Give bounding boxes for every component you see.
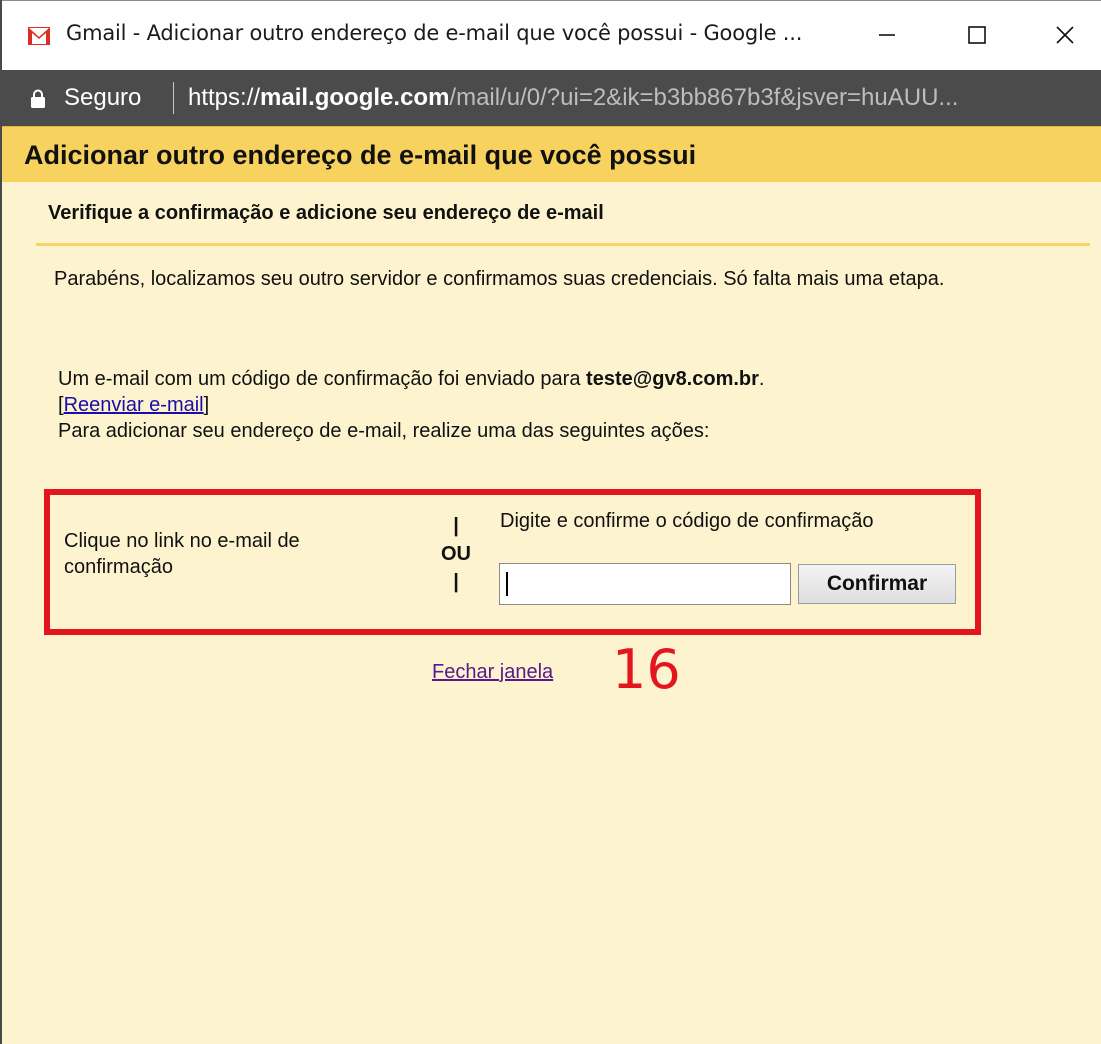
address-bar[interactable]: Seguro https://mail.google.com/mail/u/0/… xyxy=(2,70,1101,126)
confirm-button[interactable]: Confirmar xyxy=(798,564,956,604)
option-enter-code: Digite e confirme o código de confirmaçã… xyxy=(500,510,874,532)
minimize-button[interactable] xyxy=(867,15,907,55)
resend-email-link[interactable]: Reenviar e-mail xyxy=(64,394,204,416)
confirmation-code-input[interactable] xyxy=(499,563,791,605)
separator-bottom: | xyxy=(453,571,459,593)
text-caret xyxy=(506,572,508,596)
popup-window: Gmail - Adicionar outro endereço de e-ma… xyxy=(0,0,1101,1044)
option-click-link: Clique no link no e-mail de confirmação xyxy=(64,530,300,578)
section-subtitle: Verifique a confirmação e adicione seu e… xyxy=(48,202,604,224)
annotation-number: 16 xyxy=(612,638,681,701)
sent-suffix: . xyxy=(758,368,765,390)
dialog-header: Adicionar outro endereço de e-mail que v… xyxy=(2,126,1101,182)
url-text[interactable]: https://mail.google.com/mail/u/0/?ui=2&i… xyxy=(188,84,1100,112)
title-bar: Gmail - Adicionar outro endereço de e-ma… xyxy=(2,0,1101,70)
resend-line: [Reenviar e-mail] xyxy=(58,392,1078,418)
sent-line: Um e-mail com um código de confirmação f… xyxy=(58,366,1078,392)
url-path: /mail/u/0/?ui=2&ik=b3bb867b3f&jsver=huAU… xyxy=(449,84,959,111)
sent-prefix: Um e-mail com um código de confirmação f… xyxy=(58,368,587,390)
url-protocol: https:// xyxy=(188,84,261,111)
or-separator: | OU | xyxy=(434,512,478,596)
maximize-button[interactable] xyxy=(957,15,997,55)
confirmation-info: Um e-mail com um código de confirmação f… xyxy=(58,366,1078,444)
lock-icon xyxy=(31,89,45,108)
secure-label: Seguro xyxy=(64,84,142,111)
address-divider xyxy=(173,82,174,114)
dialog-title: Adicionar outro endereço de e-mail que v… xyxy=(24,140,697,170)
subtitle-divider xyxy=(36,243,1090,246)
bracket-close: ] xyxy=(203,394,210,416)
close-window-link[interactable]: Fechar janela xyxy=(432,661,553,684)
separator-top: | xyxy=(453,515,459,537)
gmail-icon xyxy=(28,27,50,45)
sent-email: teste@gv8.com.br xyxy=(586,368,759,390)
congrats-text: Parabéns, localizamos seu outro servidor… xyxy=(54,268,945,290)
url-host: mail.google.com xyxy=(260,84,450,111)
separator-word: OU xyxy=(441,543,471,565)
close-window-button[interactable] xyxy=(1045,15,1085,55)
instruction-text: Para adicionar seu endereço de e-mail, r… xyxy=(58,420,710,442)
window-title: Gmail - Adicionar outro endereço de e-ma… xyxy=(66,21,803,45)
